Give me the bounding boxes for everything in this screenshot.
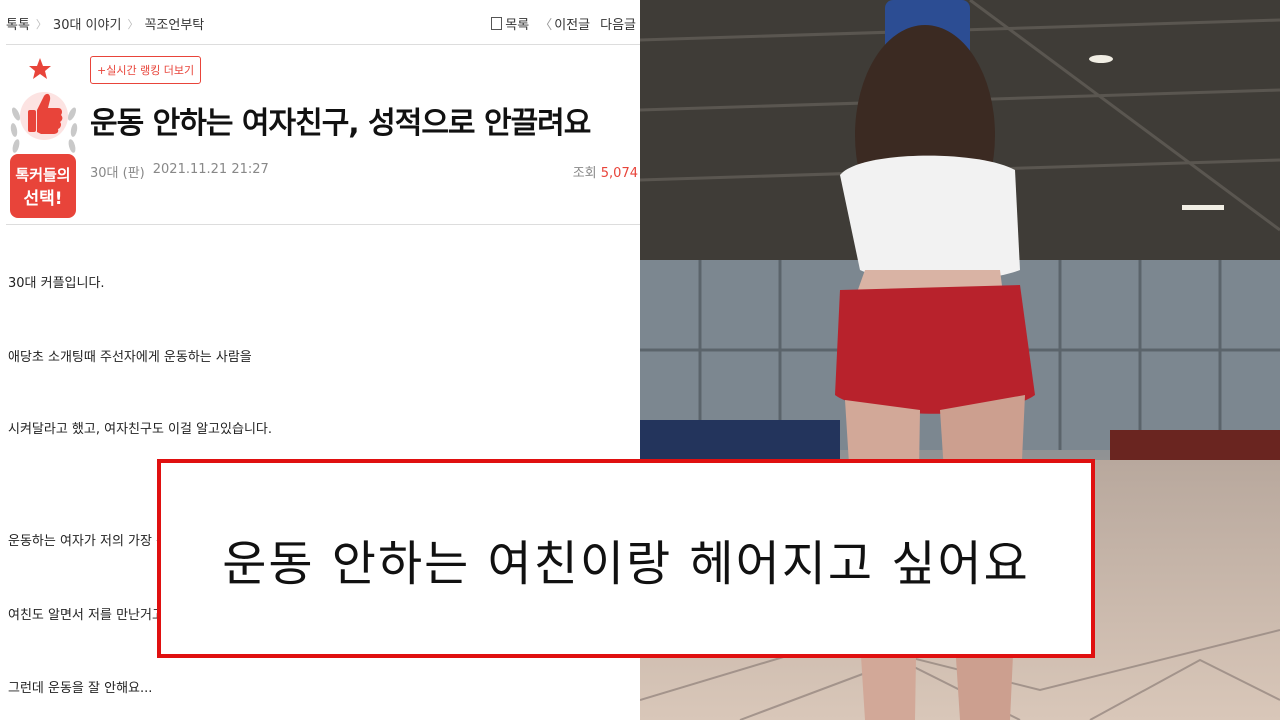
body-line: 여친도 알면서 저를 만난거고 xyxy=(8,608,164,623)
divider xyxy=(6,44,640,45)
body-line: 그런데 운동을 잘 안해요... xyxy=(8,681,153,696)
chevron-right-icon: 〉 xyxy=(127,17,139,31)
star-icon xyxy=(29,58,51,79)
body-line: 애당초 소개팅때 주선자에게 운동하는 사람을 xyxy=(8,350,252,365)
chevron-right-icon: 〉 xyxy=(35,17,47,31)
prev-post-button[interactable]: 〈 이전글 xyxy=(539,14,590,33)
post-meta: 30대 (판) 2021.11.21 21:27 xyxy=(90,162,269,181)
breadcrumb-item-toktok[interactable]: 톡톡 xyxy=(6,14,30,33)
body-line: 시켜달라고 했고, 여자친구도 이걸 알고있습니다. xyxy=(8,422,272,437)
caption-box: 운동 안하는 여친이랑 헤어지고 싶어요 xyxy=(157,459,1095,658)
divider xyxy=(6,224,640,225)
view-count: 조회 5,074 xyxy=(572,166,638,181)
ranking-more-button[interactable]: +실시간 랭킹 더보기 xyxy=(90,56,202,84)
caption-text: 운동 안하는 여친이랑 헤어지고 싶어요 xyxy=(222,535,1030,592)
badge-line2: 선택! xyxy=(23,189,62,209)
body-line: 운동하는 여자가 저의 가장 큰 xyxy=(8,534,169,549)
thumbs-up-icon xyxy=(20,92,68,140)
breadcrumb-item-30s[interactable]: 30대 이야기 xyxy=(53,14,122,33)
list-button[interactable]: 목록 xyxy=(491,14,529,33)
breadcrumb: 톡톡 〉 30대 이야기 〉 꼭조언부탁 xyxy=(6,14,204,34)
next-post-button[interactable]: 다음글 xyxy=(600,14,636,33)
post-navigation: 목록 〈 이전글 다음글 xyxy=(491,14,636,33)
chevron-left-icon: 〈 xyxy=(539,18,553,33)
post-title: 운동 안하는 여자친구, 성적으로 안끌려요 xyxy=(90,106,591,141)
list-icon xyxy=(491,17,503,30)
view-count-value: 5,074 xyxy=(600,166,638,181)
breadcrumb-item-advice[interactable]: 꼭조언부탁 xyxy=(144,14,204,33)
badge-line1: 톡커들의 xyxy=(15,166,70,184)
toker-choice-badge: 톡커들의 선택! xyxy=(10,58,78,218)
post-date: 2021.11.21 21:27 xyxy=(152,162,269,177)
post-author: 30대 (판) xyxy=(90,166,145,181)
body-line: 30대 커플입니다. xyxy=(8,276,105,291)
